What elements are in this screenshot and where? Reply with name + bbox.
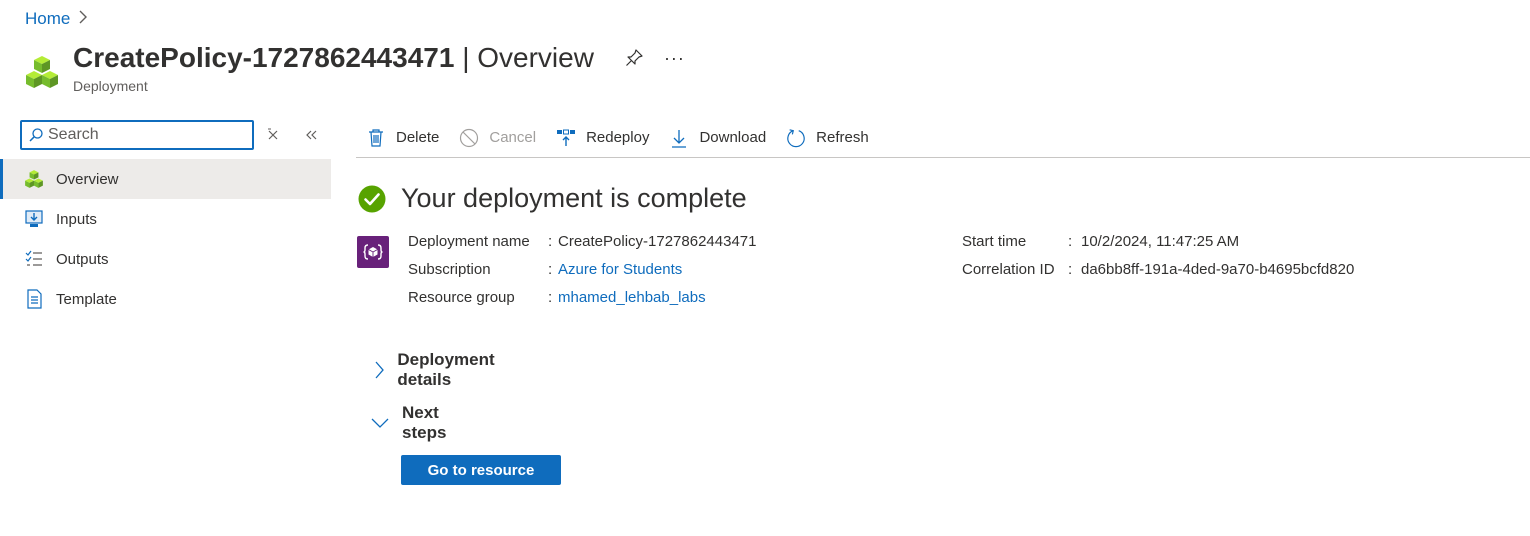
deployment-status: Your deployment is complete: [358, 183, 747, 214]
resource-group-link[interactable]: mhamed_lehbab_labs: [558, 289, 706, 306]
page-header: CreatePolicy-1727862443471 | Overview ··…: [24, 42, 685, 94]
outputs-icon: [24, 249, 44, 269]
more-options-icon[interactable]: ···: [664, 48, 685, 69]
sidebar-item-label: Template: [56, 290, 117, 308]
refresh-icon: [786, 128, 806, 148]
start-time-label: Start time: [962, 233, 1027, 250]
deployment-cubes-icon: [26, 56, 58, 88]
inputs-icon: [24, 209, 44, 229]
download-button[interactable]: Download: [669, 122, 766, 154]
redeploy-icon: [556, 128, 576, 148]
correlation-id-value: da6bb8ff-191a-4ded-9a70-b4695bcfd820: [1081, 261, 1355, 278]
sidebar-nav: Overview Inputs Outputs Template: [0, 159, 331, 319]
template-spec-icon: [357, 236, 389, 268]
clear-filter-icon[interactable]: [262, 124, 284, 146]
cancel-label: Cancel: [489, 129, 537, 146]
refresh-button[interactable]: Refresh: [786, 122, 869, 154]
breadcrumb: Home: [25, 9, 88, 29]
search-input[interactable]: [48, 126, 238, 144]
separator: :: [1068, 261, 1073, 278]
start-time-value: 10/2/2024, 11:47:25 AM: [1081, 233, 1240, 250]
resource-group-row: Resource group : mhamed_lehbab_labs: [408, 289, 828, 309]
subscription-link[interactable]: Azure for Students: [558, 261, 682, 278]
separator: :: [548, 261, 553, 278]
trash-icon: [366, 128, 386, 148]
sidebar-item-label: Inputs: [56, 210, 97, 228]
sidebar-item-template[interactable]: Template: [0, 279, 331, 319]
separator: :: [548, 233, 553, 250]
cancel-button[interactable]: Cancel: [459, 122, 536, 154]
sidebar-item-label: Overview: [56, 170, 119, 188]
deployment-name-label: Deployment name: [408, 233, 530, 250]
sidebar: Overview Inputs Outputs Template: [0, 118, 331, 319]
sidebar-search[interactable]: [20, 120, 254, 150]
chevron-down-icon: [370, 413, 390, 433]
separator: :: [548, 289, 553, 306]
delete-button[interactable]: Delete: [366, 122, 439, 154]
breadcrumb-home-link[interactable]: Home: [25, 9, 70, 29]
correlation-id-row: Correlation ID : da6bb8ff-191a-4ded-9a70…: [962, 261, 1402, 281]
deployment-details-label: Deployment details: [397, 350, 495, 389]
page-title-section: | Overview: [462, 42, 594, 73]
delete-label: Delete: [396, 129, 440, 146]
next-steps-label: Next steps: [402, 403, 447, 442]
template-icon: [24, 289, 44, 309]
download-icon: [669, 128, 689, 148]
sidebar-item-outputs[interactable]: Outputs: [0, 239, 331, 279]
status-message: Your deployment is complete: [401, 183, 747, 213]
next-steps-toggle[interactable]: Next steps: [370, 403, 446, 443]
page-title: CreatePolicy-1727862443471 | Overview: [73, 42, 594, 74]
success-check-icon: [358, 185, 386, 212]
cubes-icon: [24, 169, 44, 189]
correlation-id-label: Correlation ID: [962, 261, 1055, 278]
sidebar-item-inputs[interactable]: Inputs: [0, 199, 331, 239]
collapse-sidebar-icon[interactable]: [300, 124, 322, 146]
deployment-name-row: Deployment name : CreatePolicy-172786244…: [408, 233, 828, 253]
pin-icon[interactable]: [624, 48, 644, 68]
chevron-right-icon: [78, 10, 88, 28]
redeploy-label: Redeploy: [586, 129, 650, 146]
go-to-resource-button[interactable]: Go to resource: [401, 455, 561, 485]
redeploy-button[interactable]: Redeploy: [556, 122, 649, 154]
download-label: Download: [699, 129, 767, 146]
deployment-name-value: CreatePolicy-1727862443471: [558, 233, 757, 250]
start-time-row: Start time : 10/2/2024, 11:47:25 AM: [962, 233, 1402, 253]
sidebar-item-label: Outputs: [56, 250, 109, 268]
page-title-name: CreatePolicy-1727862443471: [73, 42, 455, 73]
deployment-details-toggle[interactable]: Deployment details: [372, 350, 501, 390]
chevron-right-icon: [372, 360, 385, 380]
subscription-row: Subscription : Azure for Students: [408, 261, 828, 281]
subscription-label: Subscription: [408, 261, 491, 278]
command-bar: Delete Cancel Redeploy Download Refresh: [356, 118, 1530, 158]
separator: :: [1068, 233, 1073, 250]
search-icon: [29, 128, 43, 142]
cancel-circle-icon: [459, 128, 479, 148]
page-subtitle: Deployment: [73, 78, 148, 94]
sidebar-item-overview[interactable]: Overview: [0, 159, 331, 199]
resource-group-label: Resource group: [408, 289, 515, 306]
refresh-label: Refresh: [816, 129, 869, 146]
